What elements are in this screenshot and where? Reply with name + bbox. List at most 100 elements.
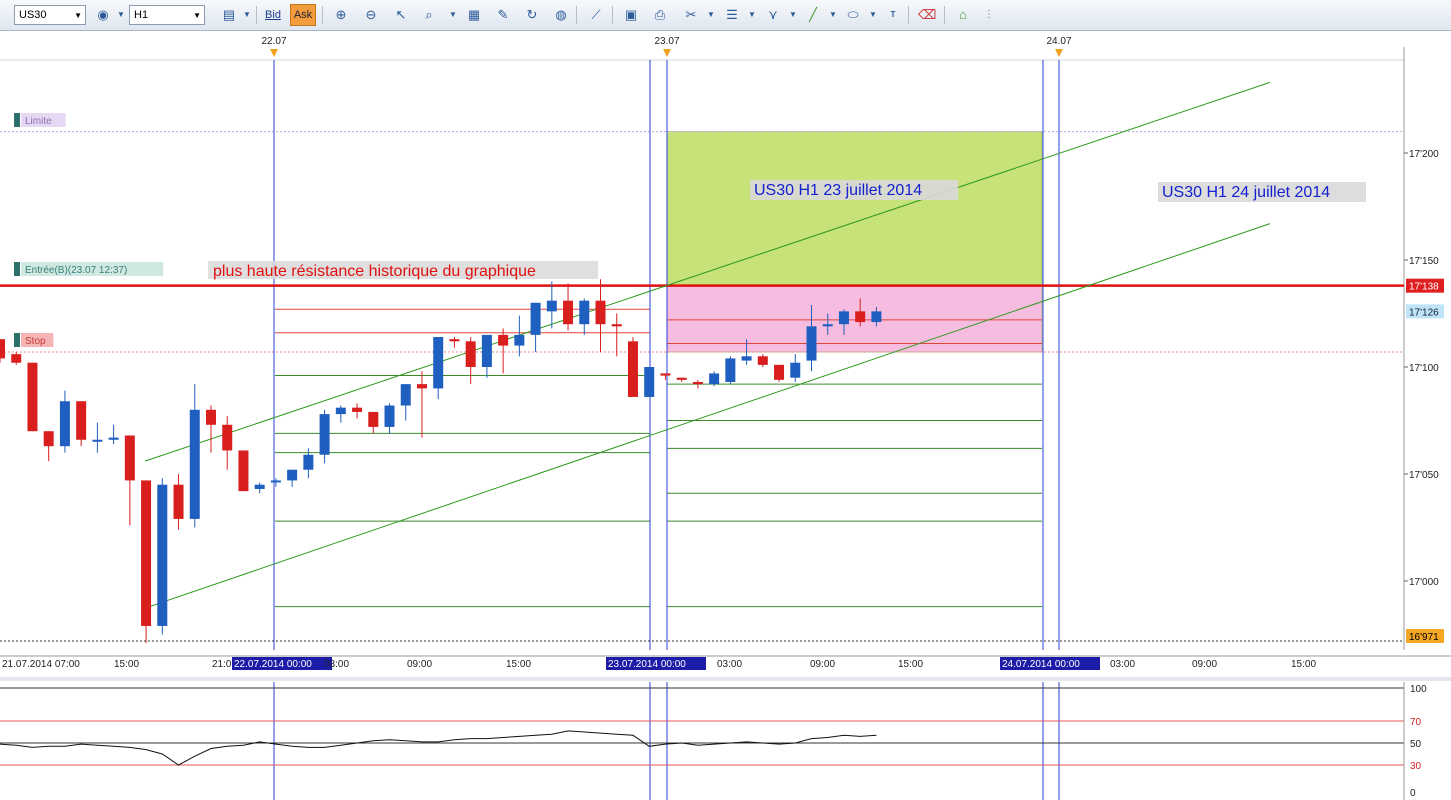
- level-label: Entrée(B)(23.07 12:37): [25, 265, 127, 276]
- lines-icon[interactable]: ☰: [723, 6, 741, 24]
- candle-body: [43, 431, 54, 447]
- pane-separator: [0, 677, 1451, 681]
- candle-body: [481, 334, 492, 367]
- osc-tick-label: 0: [1410, 788, 1416, 799]
- candle-body: [838, 311, 849, 325]
- time-axis-label: 15:00: [898, 659, 923, 670]
- text-tool-icon[interactable]: T: [884, 6, 902, 24]
- symbol-select[interactable]: US30 ▼: [14, 5, 86, 25]
- image-icon[interactable]: ▣: [622, 6, 640, 24]
- annotation-label: US30 H1 24 juillet 2014: [1162, 184, 1330, 201]
- separator: [322, 6, 323, 24]
- separator: [256, 6, 257, 24]
- price-badge-label: 17'126: [1409, 307, 1439, 318]
- candle-body: [92, 439, 103, 442]
- price-badge-label: 17'138: [1409, 282, 1439, 293]
- chevron-down-icon[interactable]: ▼: [864, 6, 882, 24]
- eye-icon[interactable]: ◉: [94, 6, 112, 24]
- candle-body: [546, 300, 557, 312]
- candle-body: [449, 339, 460, 342]
- level-marker: [14, 262, 20, 276]
- time-axis-label: 09:00: [1192, 659, 1217, 670]
- time-axis-label: 21:0: [212, 659, 232, 670]
- ask-button[interactable]: Ask: [290, 4, 316, 26]
- chevron-down-icon: ▼: [193, 11, 201, 20]
- bid-button[interactable]: Bid: [262, 4, 284, 26]
- globe-icon[interactable]: ◍: [552, 6, 570, 24]
- zoom-in-icon[interactable]: ⊕: [332, 6, 350, 24]
- candle-body: [141, 480, 152, 626]
- candle-body: [595, 300, 606, 325]
- chart[interactable]: 22.07 23.07 24.07 Limite Entrée(B)(23.07 12:…: [0, 30, 1451, 800]
- chevron-down-icon[interactable]: ▼: [112, 6, 130, 24]
- ellipse-icon[interactable]: ⬭: [844, 6, 862, 24]
- candle-body: [189, 409, 200, 519]
- cursor-icon[interactable]: ↖: [392, 6, 410, 24]
- chevron-down-icon[interactable]: ▼: [824, 6, 842, 24]
- network-icon[interactable]: ⌂: [954, 6, 972, 24]
- time-axis-label: 23.07.2014 00:00: [608, 659, 686, 670]
- refresh-icon[interactable]: ↻: [523, 6, 541, 24]
- fibonacci-icon[interactable]: ⋎: [764, 6, 782, 24]
- symbol-select-value: US30: [19, 9, 47, 21]
- chevron-down-icon[interactable]: ▼: [444, 6, 462, 24]
- candle-body: [368, 411, 379, 427]
- candle-body: [400, 384, 411, 406]
- osc-tick-label: 50: [1410, 739, 1422, 750]
- candle-body: [124, 435, 135, 481]
- properties-icon[interactable]: ✎: [494, 6, 512, 24]
- candle-body: [611, 324, 622, 327]
- candle-body: [222, 424, 233, 451]
- candle-body: [676, 377, 687, 380]
- time-axis-label: 03:00: [717, 659, 742, 670]
- osc-tick-label: 70: [1410, 717, 1422, 728]
- candle-body: [757, 356, 768, 365]
- candle-body: [319, 414, 330, 455]
- candle-body: [108, 437, 119, 440]
- chart-type-icon[interactable]: ▤: [220, 6, 238, 24]
- toolbar: US30 ▼ ◉ ▼ H1 ▼ ▤ ▼ Bid Ask ⊕ ⊖ ↖ ⌕ ▼ ▦ …: [0, 0, 1451, 31]
- eraser-icon[interactable]: ⌫: [918, 6, 936, 24]
- candle-body: [352, 407, 363, 412]
- candle-body: [205, 409, 216, 425]
- chevron-down-icon[interactable]: ▼: [238, 6, 256, 24]
- candle-body: [790, 362, 801, 378]
- chevron-down-icon: ▼: [74, 11, 82, 20]
- candle-body: [303, 454, 314, 470]
- candle-body: [530, 302, 541, 335]
- level-label: Limite: [25, 116, 52, 127]
- tools-icon[interactable]: ✂: [682, 6, 700, 24]
- template-icon[interactable]: ▦: [465, 6, 483, 24]
- chevron-down-icon[interactable]: ▼: [702, 6, 720, 24]
- zoom-out-icon[interactable]: ⊖: [362, 6, 380, 24]
- candle-body: [579, 300, 590, 325]
- print-icon[interactable]: ⎙: [651, 6, 669, 24]
- candle-body: [644, 367, 655, 397]
- annotation-label: US30 H1 23 juillet 2014: [754, 182, 922, 199]
- price-badge-label: 16'971: [1409, 632, 1439, 643]
- indicator-icon[interactable]: ⌕: [420, 6, 438, 24]
- price-tick-label: 17'000: [1409, 577, 1439, 588]
- more-icon[interactable]: ⋮: [980, 6, 998, 24]
- target-zone: [666, 131, 1043, 286]
- candle-body: [0, 339, 5, 359]
- chevron-down-icon[interactable]: ▼: [784, 6, 802, 24]
- time-axis-label: 15:00: [114, 659, 139, 670]
- candle-body: [335, 407, 346, 415]
- level-marker: [14, 113, 20, 127]
- level-marker: [14, 333, 20, 347]
- timeframe-select[interactable]: H1 ▼: [129, 5, 205, 25]
- candle-body: [465, 341, 476, 367]
- separator: [576, 6, 577, 24]
- candle-body: [741, 356, 752, 361]
- candle-body: [173, 484, 184, 519]
- candle-body: [774, 364, 785, 380]
- level-label: Stop: [25, 336, 46, 347]
- resistance-label: plus haute résistance historique du grap…: [213, 263, 536, 280]
- ruler-icon[interactable]: ⟋: [587, 6, 605, 24]
- candle-body: [76, 401, 87, 440]
- date-marker-label: 24.07: [1046, 36, 1071, 47]
- chevron-down-icon[interactable]: ▼: [743, 6, 761, 24]
- trendline-icon[interactable]: ╱: [804, 6, 822, 24]
- candle-body: [59, 401, 70, 447]
